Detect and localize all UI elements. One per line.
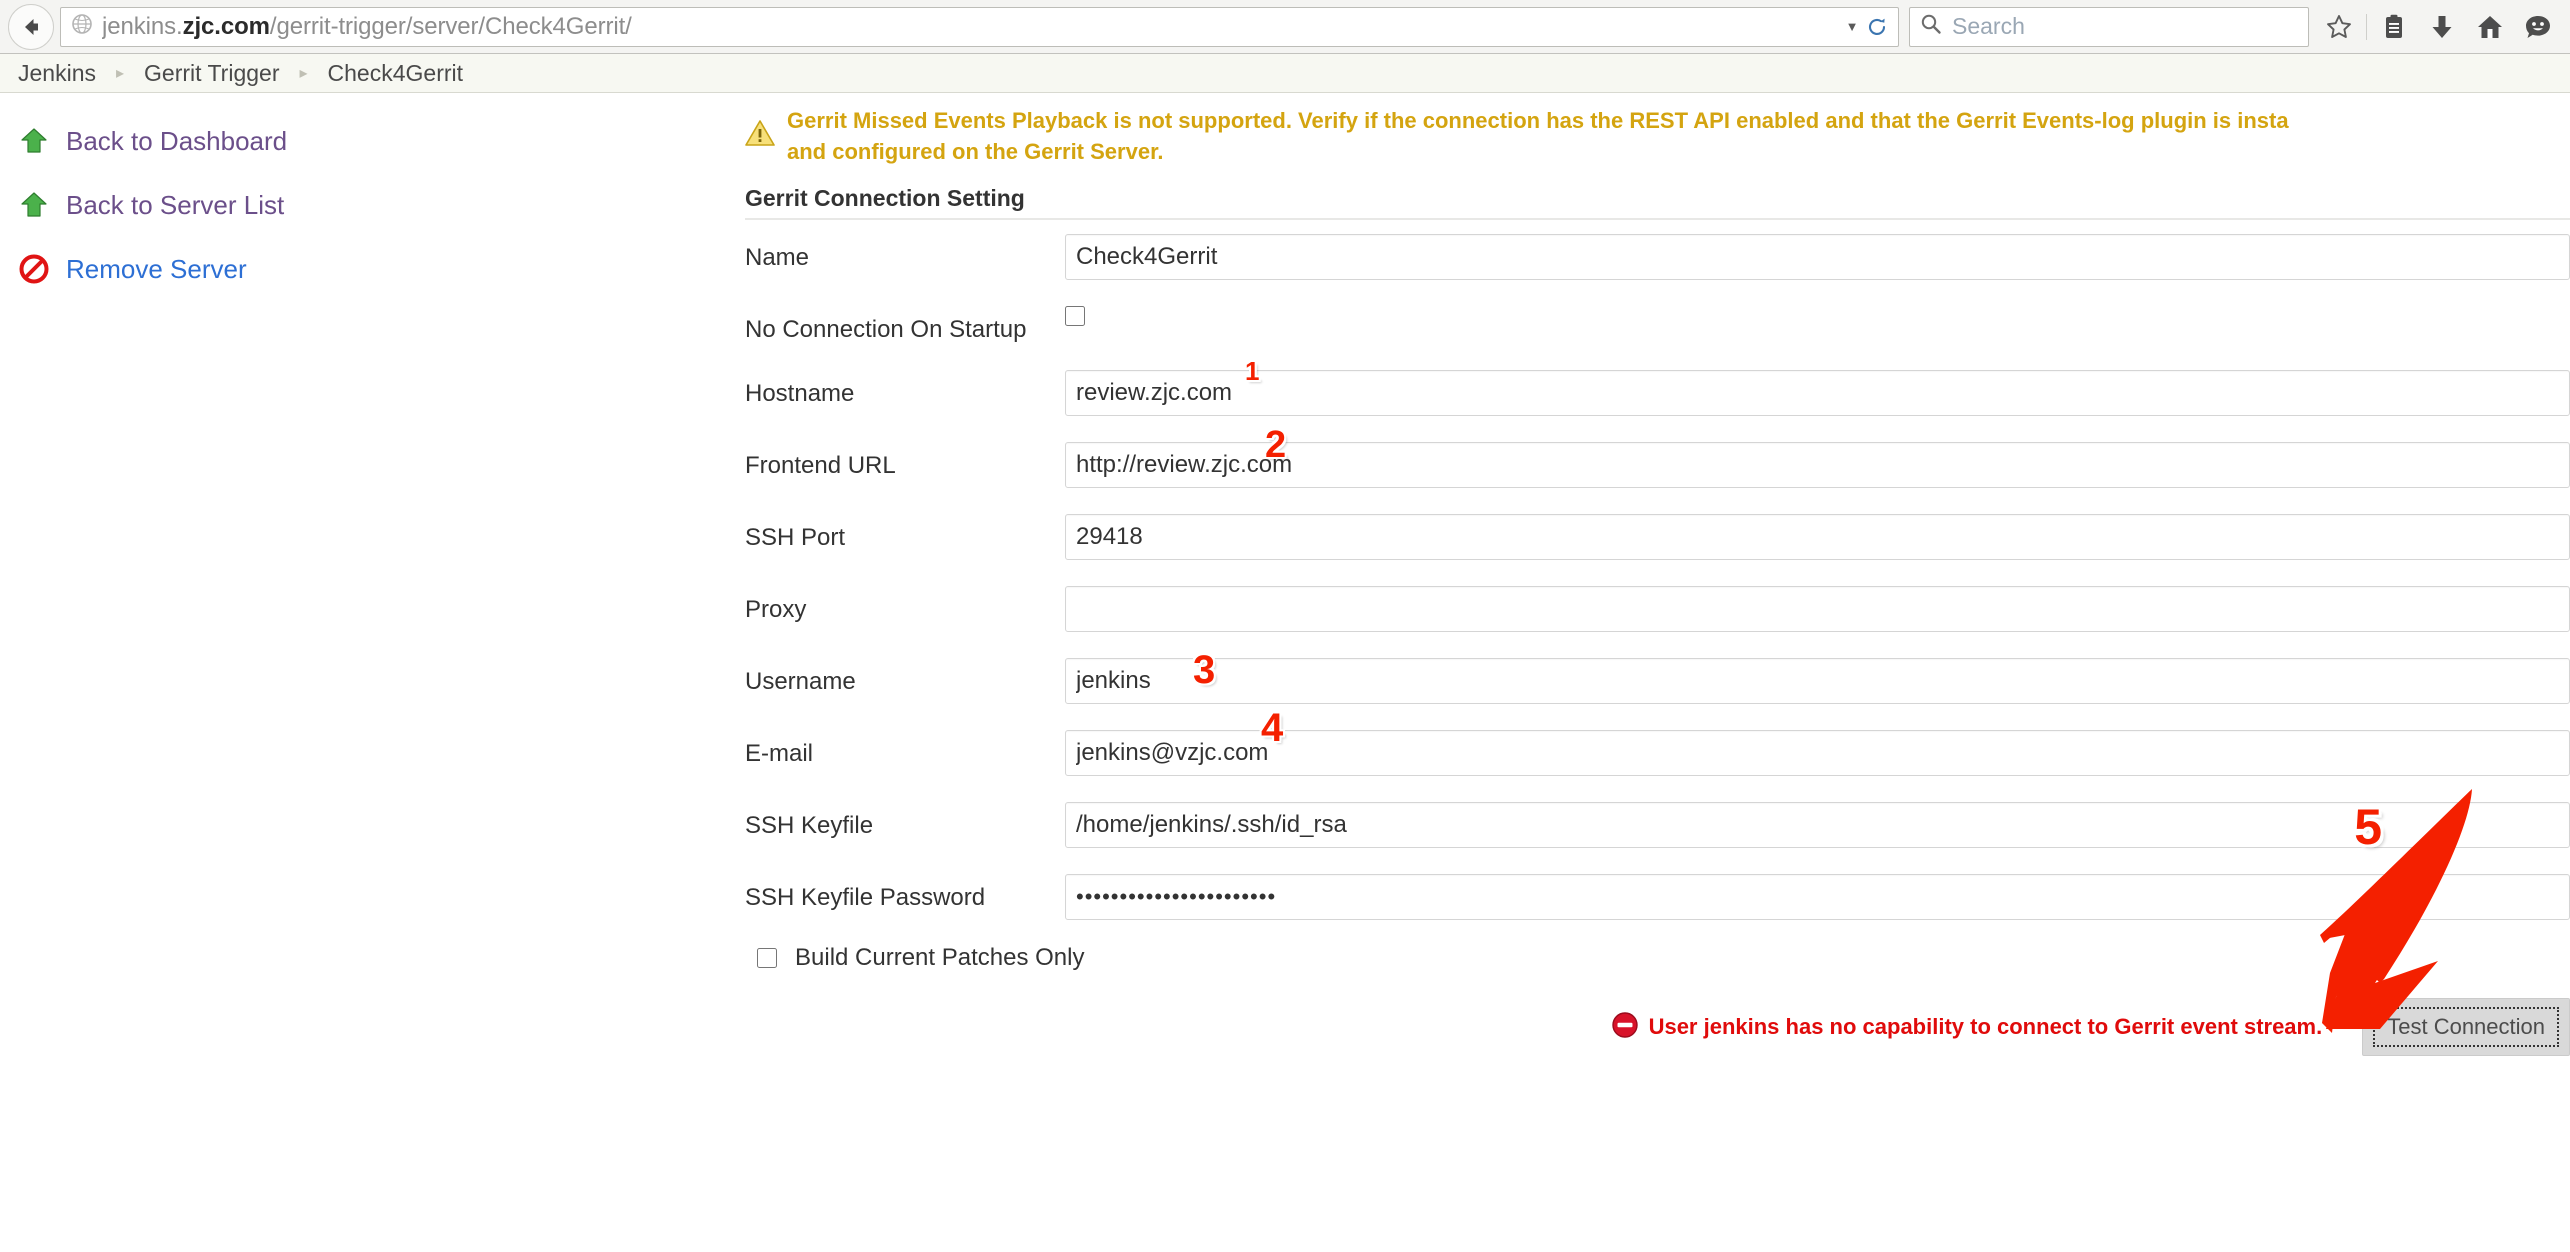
warning-text: Gerrit Missed Events Playback is not sup… <box>787 105 2289 167</box>
sidebar-item-remove-server[interactable]: Remove Server <box>0 237 745 301</box>
build-current-patches-only-label: Build Current Patches Only <box>795 944 1085 972</box>
field-wrap-ssh-port <box>1065 514 2570 561</box>
connection-status-row: User jenkins has no capability to connec… <box>745 998 2570 1057</box>
downloads-icon[interactable] <box>2418 5 2466 49</box>
field-wrap-ssh-keyfile <box>1065 802 2570 849</box>
test-connection-button-label: Test Connection <box>2373 1007 2559 1048</box>
search-icon <box>1920 13 1942 40</box>
label-hostname: Hostname <box>745 380 855 408</box>
globe-icon <box>71 13 93 40</box>
label-name: Name <box>745 244 810 272</box>
form-row-ssh-port: SSH Port <box>745 514 2570 561</box>
field-wrap-name <box>1065 234 2570 281</box>
gerrit-connection-form: Name No Connection On Startup Hostname <box>745 234 2570 1057</box>
username-input[interactable] <box>1065 658 2570 705</box>
error-circle-icon <box>1611 1011 1639 1044</box>
url-domain: zjc.com <box>182 12 270 40</box>
toolbar-icons <box>2315 5 2562 49</box>
back-button[interactable] <box>8 3 54 50</box>
field-wrap-proxy <box>1065 586 2570 633</box>
address-bar[interactable]: jenkins.zjc.com/gerrit-trigger/server/Ch… <box>60 6 1899 47</box>
form-row-frontend-url: Frontend URL 2 <box>745 426 2570 489</box>
reload-icon[interactable] <box>1862 16 1892 38</box>
form-row-proxy: Proxy <box>745 586 2570 633</box>
warning-line-1: Gerrit Missed Events Playback is not sup… <box>787 108 2289 133</box>
label-username: Username <box>745 668 856 696</box>
field-wrap-hostname: 1 <box>1065 358 2570 417</box>
breadcrumb-item-jenkins[interactable]: Jenkins <box>18 60 96 87</box>
label-ssh-keyfile-password: SSH Keyfile Password <box>745 884 986 912</box>
field-wrap-email: 4 <box>1065 708 2570 777</box>
form-row-ssh-keyfile: SSH Keyfile <box>745 802 2570 849</box>
no-entry-red-icon <box>18 253 50 285</box>
frontend-url-input[interactable] <box>1065 442 2570 489</box>
ssh-port-input[interactable] <box>1065 514 2570 561</box>
email-field[interactable] <box>1065 730 2570 777</box>
sidebar-item-label: Back to Dashboard <box>66 125 288 156</box>
warning-line-2: and configured on the Gerrit Server. <box>787 139 1164 165</box>
search-placeholder: Search <box>1952 13 2025 39</box>
test-connection-button[interactable]: Test Connection <box>2362 998 2570 1057</box>
proxy-input[interactable] <box>1065 586 2570 633</box>
browser-toolbar: jenkins.zjc.com/gerrit-trigger/server/Ch… <box>0 0 2570 54</box>
build-current-patches-only-row: Build Current Patches Only <box>745 944 2570 972</box>
sidebar-item-back-to-dashboard[interactable]: Back to Dashboard <box>0 109 745 173</box>
sidebar-item-label: Back to Server List <box>66 189 285 220</box>
section-divider <box>745 218 2570 221</box>
form-row-hostname: Hostname 1 <box>745 358 2570 417</box>
breadcrumb-separator: ▸ <box>299 65 308 82</box>
field-wrap-no-connection-on-startup <box>1065 306 2570 327</box>
hostname-input[interactable] <box>1065 370 2570 417</box>
back-arrow-icon <box>25 18 38 35</box>
label-ssh-keyfile: SSH Keyfile <box>745 812 874 840</box>
up-arrow-green-icon <box>18 125 50 157</box>
breadcrumb: Jenkins ▸ Gerrit Trigger ▸ Check4Gerrit <box>0 54 2570 93</box>
library-icon[interactable] <box>2370 5 2418 49</box>
error-text: User jenkins has no capability to connec… <box>1648 1014 2323 1040</box>
connection-error-message: User jenkins has no capability to connec… <box>1065 1011 2362 1044</box>
missed-events-warning: Gerrit Missed Events Playback is not sup… <box>745 105 2570 167</box>
breadcrumb-item-check4gerrit[interactable]: Check4Gerrit <box>328 60 463 87</box>
no-connection-on-startup-checkbox[interactable] <box>1065 306 1085 327</box>
form-row-ssh-keyfile-password: SSH Keyfile Password <box>745 874 2570 921</box>
form-row-email: E-mail 4 <box>745 708 2570 777</box>
page-body: Back to Dashboard Back to Server List Re… <box>0 93 2570 1252</box>
field-wrap-frontend-url: 2 <box>1065 426 2570 489</box>
sidebar-item-label: Remove Server <box>66 253 247 284</box>
url-path: /gerrit-trigger/server/Check4Gerrit/ <box>269 12 632 40</box>
test-connection-button-wrap: Test Connection <box>2362 998 2570 1057</box>
url-text: jenkins.zjc.com/gerrit-trigger/server/Ch… <box>102 13 1842 41</box>
warning-triangle-icon <box>745 119 779 152</box>
breadcrumb-item-gerrit-trigger[interactable]: Gerrit Trigger <box>144 60 279 87</box>
name-input[interactable] <box>1065 234 2570 281</box>
label-ssh-port: SSH Port <box>745 524 846 552</box>
sidebar: Back to Dashboard Back to Server List Re… <box>0 93 745 301</box>
label-frontend-url: Frontend URL <box>745 452 896 480</box>
ssh-keyfile-input[interactable] <box>1065 802 2570 849</box>
sidebar-item-back-to-server-list[interactable]: Back to Server List <box>0 173 745 237</box>
label-proxy: Proxy <box>745 596 807 624</box>
toolbar-divider <box>2366 13 2367 40</box>
feedback-smiley-icon[interactable] <box>2514 5 2562 49</box>
chevron-down-icon[interactable]: ▼ <box>1842 19 1862 34</box>
main-content: Gerrit Missed Events Playback is not sup… <box>745 93 2570 1057</box>
search-bar[interactable]: Search <box>1909 6 2309 47</box>
field-wrap-ssh-keyfile-password <box>1065 874 2570 921</box>
ssh-keyfile-password-input[interactable] <box>1065 874 2570 921</box>
up-arrow-green-icon <box>18 189 50 221</box>
build-current-patches-only-checkbox[interactable] <box>757 948 777 969</box>
bookmark-star-icon[interactable] <box>2315 5 2363 49</box>
form-row-username: Username 3 <box>745 650 2570 705</box>
label-no-connection-on-startup: No Connection On Startup <box>745 316 1027 344</box>
home-icon[interactable] <box>2466 5 2514 49</box>
form-row-name: Name <box>745 234 2570 281</box>
breadcrumb-separator: ▸ <box>115 65 125 82</box>
page-title: Gerrit Connection Setting <box>745 185 1025 212</box>
field-wrap-username: 3 <box>1065 650 2570 705</box>
form-row-no-connection-on-startup: No Connection On Startup <box>745 306 2570 344</box>
label-email: E-mail <box>745 740 814 768</box>
url-prefix: jenkins. <box>102 12 183 40</box>
